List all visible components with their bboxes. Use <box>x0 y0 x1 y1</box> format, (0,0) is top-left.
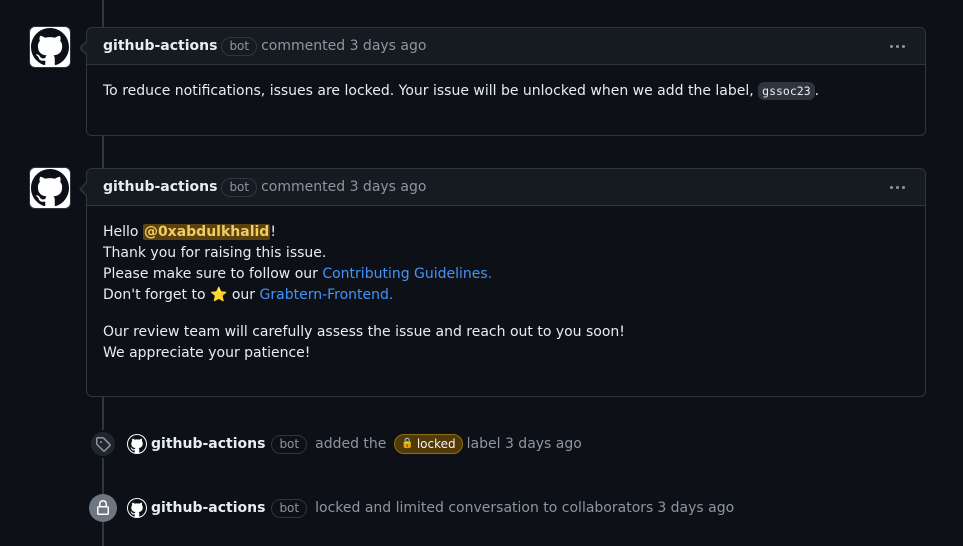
exclaim-text: ! <box>270 224 276 240</box>
inline-code: gssoc23 <box>758 82 815 100</box>
github-logo-icon <box>128 499 146 517</box>
line-text: our <box>227 287 260 303</box>
avatar[interactable] <box>29 167 71 209</box>
comment-line: Thank you for raising this issue. <box>103 245 327 261</box>
repo-link[interactable]: Grabtern-Frontend. <box>260 287 394 303</box>
avatar[interactable] <box>29 26 71 68</box>
event-timestamp[interactable]: 3 days ago <box>657 500 734 516</box>
contributing-guidelines-link[interactable]: Contributing Guidelines. <box>322 266 492 282</box>
lock-emoji-icon: 🔒 <box>401 438 414 449</box>
event-author-link[interactable]: github-actions <box>151 436 265 452</box>
bot-badge: bot <box>271 434 308 454</box>
github-logo-icon <box>128 435 146 453</box>
comment-body: To reduce notifications, issues are lock… <box>87 65 925 118</box>
bot-badge: bot <box>221 177 258 197</box>
kebab-dot-icon <box>902 44 905 48</box>
comment-body: Hello @0xabdulkhalid! Thank you for rais… <box>87 206 925 380</box>
tag-icon <box>89 430 117 458</box>
kebab-dot-icon <box>902 185 905 189</box>
comment-action: commented <box>261 179 346 195</box>
timeline-event-locked: github-actions bot locked and limited co… <box>89 493 734 523</box>
comment-box: github-actions bot commented 3 days ago … <box>79 168 926 397</box>
comment-line: Hello @0xabdulkhalid! <box>103 222 909 243</box>
kebab-dot-icon <box>890 44 893 48</box>
event-author-link[interactable]: github-actions <box>151 500 265 516</box>
user-mention-link[interactable]: @0xabdulkhalid <box>142 224 271 240</box>
event-timestamp[interactable]: 3 days ago <box>505 436 582 452</box>
comment-author-link[interactable]: github-actions <box>103 179 217 195</box>
label-locked[interactable]: 🔒 locked <box>394 434 463 454</box>
event-text: label <box>466 436 501 452</box>
comment-text: To reduce notifications, issues are lock… <box>103 83 759 99</box>
mini-avatar[interactable] <box>127 498 147 518</box>
comment-action: commented <box>261 38 346 54</box>
comment-options-button[interactable] <box>886 182 909 193</box>
event-text: added the <box>315 436 387 452</box>
comment-text-end: . <box>814 83 820 99</box>
kebab-dot-icon <box>890 185 893 189</box>
line-text: Don't forget to <box>103 287 210 303</box>
comment-header: github-actions bot commented 3 days ago <box>87 169 925 206</box>
bot-badge: bot <box>271 498 308 518</box>
comment-line: Don't forget to ⭐ our Grabtern-Frontend. <box>103 285 909 306</box>
bot-badge: bot <box>221 36 258 56</box>
lock-icon <box>89 494 117 522</box>
greeting-text: Hello <box>103 224 143 240</box>
comment-timestamp[interactable]: 3 days ago <box>350 179 427 195</box>
line-text: Please make sure to follow our <box>103 266 323 282</box>
comment-timestamp[interactable]: 3 days ago <box>350 38 427 54</box>
event-text: locked and limited conversation to colla… <box>315 500 654 516</box>
github-logo-icon <box>31 28 69 66</box>
github-logo-icon <box>31 169 69 207</box>
timeline-event-labeled: github-actions bot added the 🔒 locked lab… <box>89 429 582 459</box>
comment-line: Please make sure to follow our Contribut… <box>103 264 909 285</box>
mini-avatar[interactable] <box>127 434 147 454</box>
comment-line: We appreciate your patience! <box>103 345 311 361</box>
label-text: locked <box>416 437 456 451</box>
comment-options-button[interactable] <box>886 41 909 52</box>
star-icon: ⭐ <box>209 287 228 303</box>
comment-line: Our review team will carefully assess th… <box>103 324 625 340</box>
comment-header: github-actions bot commented 3 days ago <box>87 28 925 65</box>
kebab-dot-icon <box>896 185 899 189</box>
kebab-dot-icon <box>896 44 899 48</box>
comment-box: github-actions bot commented 3 days ago … <box>79 27 926 136</box>
comment-author-link[interactable]: github-actions <box>103 38 217 54</box>
